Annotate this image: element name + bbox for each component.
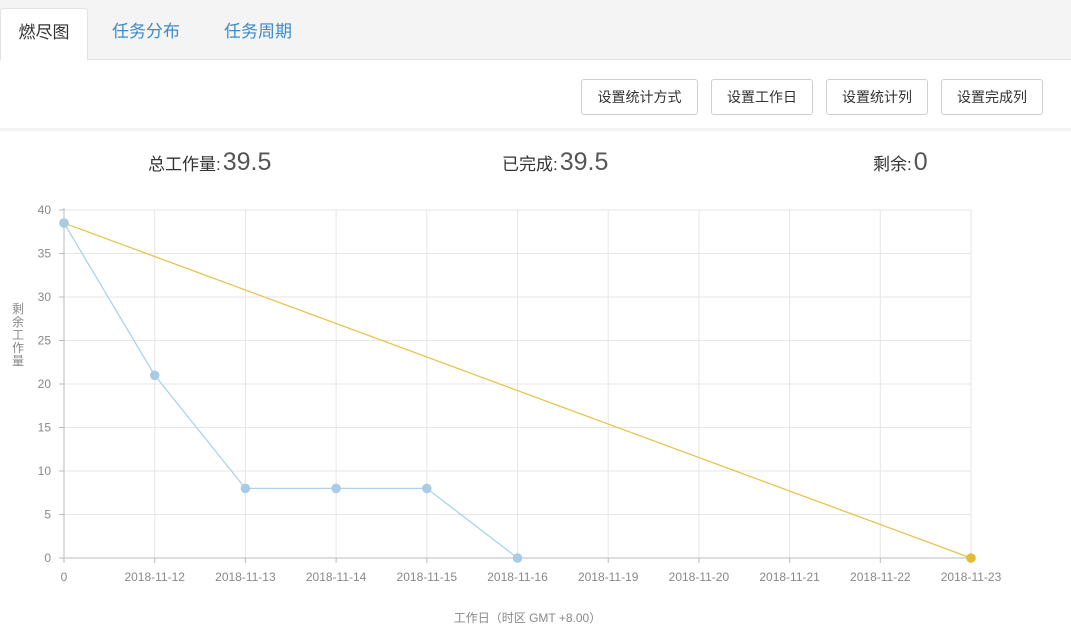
x-tick-label: 2018-11-22 [850,570,911,584]
x-axis-title: 工作日（时区 GMT +8.00） [454,611,601,625]
ideal-data-point [966,553,976,563]
actual-series-line [63,222,518,559]
actual-data-point [240,483,251,494]
summary-stats: 总工作量:39.5 已完成:39.5 剩余:0 [0,148,1071,188]
y-tick-label: 25 [38,334,52,348]
x-tick-label: 2018-11-15 [397,570,458,584]
x-tick-label: 2018-11-16 [487,570,548,584]
y-tick-label: 40 [38,203,52,217]
actual-data-point [331,483,341,494]
set-workdays-button[interactable]: 设置工作日 [711,79,813,115]
tab-burndown[interactable]: 燃尽图 [0,8,88,61]
remaining-value: 0 [913,148,928,176]
y-tick-label: 0 [44,551,51,565]
tab-task-distribution[interactable]: 任务分布 [96,8,196,61]
y-tick-label: 20 [38,377,52,391]
toolbar: 设置统计方式 设置工作日 设置统计列 设置完成列 [0,61,1071,131]
burndown-chart: 0 5 10 15 20 25 30 35 40 0 2018-11-12 2018-11-13 201… [12,203,1002,625]
x-tick-label: 2018-11-14 [306,570,367,584]
set-done-columns-button[interactable]: 设置完成列 [941,79,1043,115]
y-tick-label: 35 [38,247,52,261]
x-tick-label: 2018-11-19 [578,570,639,584]
x-tick-label: 2018-11-13 [215,570,276,584]
x-tick-label: 2018-11-20 [669,570,730,584]
set-statistics-method-button[interactable]: 设置统计方式 [581,79,698,115]
x-tick-label: 2018-11-21 [759,570,820,584]
remaining-label: 剩余: [873,155,912,174]
y-tick-label: 15 [38,421,52,435]
completed-stat: 已完成:39.5 [502,148,608,184]
total-work-stat: 总工作量:39.5 [148,148,271,184]
x-tick-label: 2018-11-12 [124,570,185,584]
x-tick-label: 0 [61,570,68,584]
x-tick-label: 2018-11-23 [941,570,1002,584]
actual-data-point [422,483,432,494]
tab-bar: 燃尽图 任务分布 任务周期 [0,0,1071,61]
tab-task-cycle[interactable]: 任务周期 [208,8,308,61]
y-tick-label: 10 [38,464,52,478]
y-axis-title: 剩余工作量 [12,302,24,368]
remaining-stat: 剩余:0 [873,148,928,184]
y-tick-label: 5 [44,508,51,522]
actual-data-point [512,553,523,563]
actual-data-point [59,218,69,228]
actual-data-point [149,370,160,381]
completed-label: 已完成: [502,155,558,174]
total-work-label: 总工作量: [148,155,221,174]
set-statistics-columns-button[interactable]: 设置统计列 [826,79,928,115]
y-tick-label: 30 [38,290,52,304]
total-work-value: 39.5 [222,148,272,176]
completed-value: 39.5 [559,148,609,176]
